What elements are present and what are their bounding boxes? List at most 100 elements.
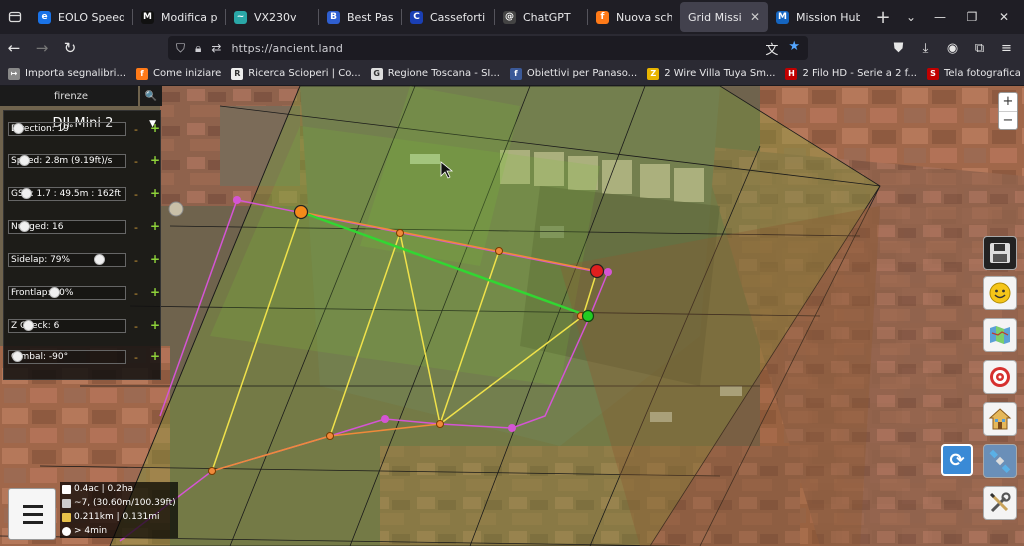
tab-title[interactable]: VX230v — [254, 11, 297, 24]
tab-title[interactable]: Modifica pagin — [161, 11, 217, 24]
downloads-icon[interactable]: ⤓ — [912, 41, 939, 56]
slider-knob[interactable] — [94, 254, 105, 265]
translate-icon[interactable]: 文 — [765, 39, 778, 58]
decrement-button[interactable]: - — [134, 287, 138, 300]
bookmark-label[interactable]: Come iniziare — [153, 68, 221, 79]
bookmark-label[interactable]: Obiettivi per Panaso... — [527, 68, 637, 79]
tab-title[interactable]: EOLO Speed te — [58, 11, 124, 24]
extensions-icon[interactable]: ⧉ — [966, 41, 993, 56]
tab-title[interactable]: ChatGPT — [523, 11, 571, 24]
map-layers-button[interactable] — [983, 318, 1017, 352]
target-button[interactable] — [983, 360, 1017, 394]
pocket-icon[interactable]: ⛊ — [885, 41, 912, 56]
tab-5[interactable]: @ ChatGPT — [495, 2, 587, 32]
new-tab-button[interactable]: + — [868, 7, 898, 28]
slider-knob[interactable] — [19, 221, 30, 232]
decrement-button[interactable]: - — [134, 320, 138, 333]
increment-button[interactable]: + — [150, 318, 160, 332]
minimize-icon[interactable]: — — [924, 10, 956, 24]
tab-title[interactable]: Nuova scheda — [616, 11, 672, 24]
bookmark-label[interactable]: Tela fotografica fono... — [944, 68, 1024, 79]
back-arrow-icon[interactable]: ← — [0, 34, 28, 62]
increment-button[interactable]: + — [150, 153, 160, 167]
bookmark-label[interactable]: Importa segnalibri... — [25, 68, 126, 79]
tab-overflow-chevron-icon[interactable]: ⌄ — [898, 10, 924, 24]
tab-4[interactable]: C Casseforti | C — [402, 2, 494, 32]
tab-0[interactable]: e EOLO Speed te — [30, 2, 132, 32]
tab-title[interactable]: Mission Hub - — [796, 11, 860, 24]
smiley-button[interactable] — [983, 276, 1017, 310]
bookmark-label[interactable]: 2 Filo HD - Serie a 2 f... — [802, 68, 917, 79]
bookmark-label[interactable]: Ricerca Scioperi | Co... — [248, 68, 360, 79]
forward-arrow-icon[interactable]: → — [28, 34, 56, 62]
bookmark-item[interactable]: f Obiettivi per Panaso... — [509, 67, 637, 80]
bookmark-item[interactable]: R Ricerca Scioperi | Co... — [231, 67, 361, 80]
zoom-in-button[interactable]: + — [999, 93, 1017, 111]
setting-slider[interactable]: Frontlap: 60% — [8, 286, 126, 300]
decrement-button[interactable]: - — [134, 254, 138, 267]
increment-button[interactable]: + — [150, 252, 160, 266]
account-icon[interactable]: ◉ — [939, 41, 966, 56]
decrement-button[interactable]: - — [134, 221, 138, 234]
decrement-button[interactable]: - — [134, 155, 138, 168]
increment-button[interactable]: + — [150, 186, 160, 200]
decrement-button[interactable]: - — [134, 351, 138, 364]
increment-button[interactable]: + — [150, 121, 160, 135]
tab-2[interactable]: ~ VX230v — [226, 2, 318, 32]
increment-button[interactable]: + — [150, 219, 160, 233]
lock-icon[interactable]: 🔒︎ — [195, 41, 201, 56]
refresh-button[interactable]: ⟳ — [941, 444, 973, 476]
tab-3[interactable]: B Best Password — [319, 2, 401, 32]
slider-knob[interactable] — [13, 123, 24, 134]
house-icon — [988, 408, 1012, 430]
zoom-out-button[interactable]: − — [999, 111, 1017, 129]
reload-icon[interactable]: ↻ — [56, 34, 84, 62]
slider-knob[interactable] — [19, 155, 30, 166]
menu-button[interactable] — [8, 488, 56, 540]
tab-title[interactable]: Grid Mission De — [688, 11, 742, 24]
tab-6[interactable]: f Nuova scheda — [588, 2, 680, 32]
tab-1[interactable]: M Modifica pagin — [133, 2, 225, 32]
slider-knob[interactable] — [21, 188, 32, 199]
setting-slider[interactable]: Direction: 19° — [8, 122, 126, 136]
tools-button[interactable] — [983, 486, 1017, 520]
satellite-button[interactable] — [983, 444, 1017, 478]
increment-button[interactable]: + — [150, 349, 160, 363]
bookmark-item[interactable]: S Tela fotografica fono... — [926, 67, 1024, 80]
slider-knob[interactable] — [23, 320, 34, 331]
increment-button[interactable]: + — [150, 285, 160, 299]
tab-title[interactable]: Casseforti | C — [430, 11, 486, 24]
setting-slider[interactable]: Gimbal: -90° — [8, 350, 126, 364]
tab-8[interactable]: M Mission Hub - — [768, 2, 868, 32]
map-view[interactable]: firenze 🔍 DJI Mini 2 ▼ Direction: 19° - + S… — [0, 86, 1024, 546]
tab-7[interactable]: Grid Mission De ✕ — [680, 2, 768, 32]
save-button[interactable] — [983, 236, 1017, 270]
url-bar[interactable]: ⛉ 🔒︎ ⇄ https://ancient.land 文 ★ — [168, 36, 808, 60]
slider-knob[interactable] — [49, 287, 60, 298]
shield-icon[interactable]: ⛉ — [176, 41, 185, 56]
home-button[interactable] — [983, 402, 1017, 436]
search-icon[interactable]: 🔍 — [140, 86, 162, 106]
close-tab-icon[interactable]: ✕ — [750, 10, 760, 24]
tab-title[interactable]: Best Password — [347, 11, 393, 24]
bookmark-item[interactable]: G Regione Toscana - SI... — [370, 67, 500, 80]
restore-icon[interactable]: ❐ — [956, 10, 988, 24]
close-window-icon[interactable]: ✕ — [988, 10, 1020, 24]
bookmark-label[interactable]: 2 Wire Villa Tuya Sm... — [664, 68, 775, 79]
location-search-input[interactable]: firenze — [0, 86, 138, 106]
slider-knob[interactable] — [12, 351, 23, 362]
permissions-icon[interactable]: ⇄ — [211, 41, 221, 55]
bookmark-item[interactable]: Z 2 Wire Villa Tuya Sm... — [647, 67, 775, 80]
bookmark-label[interactable]: Regione Toscana - SI... — [388, 68, 500, 79]
app-menu-icon[interactable]: ≡ — [993, 41, 1020, 56]
bookmark-star-icon[interactable]: ★ — [788, 39, 800, 58]
url-text[interactable]: https://ancient.land — [231, 42, 343, 55]
decrement-button[interactable]: - — [134, 188, 138, 201]
bookmark-item[interactable]: H 2 Filo HD - Serie a 2 f... — [785, 67, 917, 80]
setting-slider[interactable]: Sidelap: 79% — [8, 253, 126, 267]
bookmark-item[interactable]: ↦ Importa segnalibri... — [8, 67, 126, 80]
setting-label: Frontlap: 60% — [11, 288, 74, 298]
bookmark-item[interactable]: f Come iniziare — [136, 67, 221, 80]
list-all-tabs-icon[interactable] — [0, 0, 30, 34]
decrement-button[interactable]: - — [134, 123, 138, 136]
